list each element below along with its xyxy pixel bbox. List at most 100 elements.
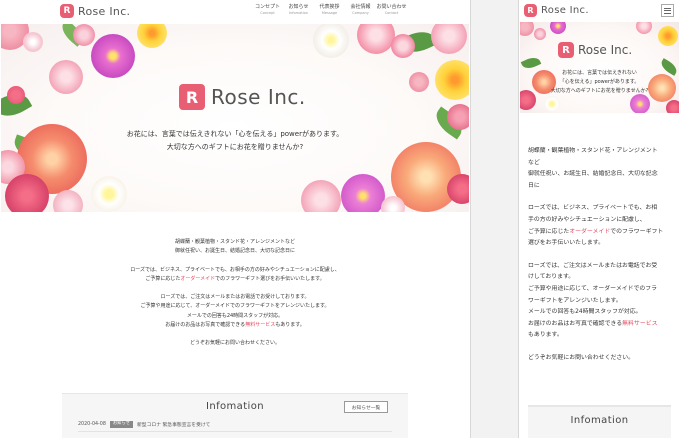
intro-text: どうぞお気軽にお問い合わせください。 [528, 354, 635, 361]
nav-sublabel: Message [321, 11, 338, 15]
divider [78, 431, 392, 432]
hamburger-icon [664, 7, 671, 9]
intro-text: 胡蝶蘭・観葉植物・スタンド花・アレンジメントなど [174, 239, 295, 245]
carnation-flower-image [447, 174, 469, 204]
intro-text: ローズでは、ビジネス、プライベートでも、お相手の方の好みやシチュエーションに配慮… [130, 266, 340, 273]
intro-text: 日に [528, 182, 540, 189]
rose-flower-image [520, 22, 534, 36]
intro-text: 手の方の好みやシチュエーションに配慮し、 [528, 216, 646, 223]
news-date: 2020-04-08 [78, 422, 106, 427]
rose-flower-image [7, 86, 25, 104]
mobile-hero-banner: R Rose Inc. お花には、言葉では伝えきれない 「心を伝える」power… [520, 22, 679, 113]
intro-paragraph: ローズでは、ビジネス、プライベートでも、お相 手の方の好みやシチュエーションに配… [528, 203, 673, 249]
rose-flower-image [534, 28, 546, 40]
nav-item-information[interactable]: お知らせ Infomation [283, 3, 314, 16]
intro-text: ご予算に応じた [528, 228, 570, 235]
rose-logo-icon: R [524, 4, 537, 17]
hero-tagline-line: お花には、言葉では伝えきれない「心を伝える」powerがあります。 [126, 130, 344, 138]
mobile-header-logo[interactable]: R Rose Inc. [524, 4, 589, 17]
intro-text: ご予算や用途に応じて、オーダーメイドでのフラ [528, 285, 658, 292]
highlight-text: オーダーメイド [569, 228, 611, 235]
rose-flower-image [636, 22, 652, 34]
gerbera-flower-image [550, 22, 566, 34]
nav-item-concept[interactable]: コンセプト Concept [252, 3, 283, 16]
hamburger-menu-button[interactable] [661, 4, 674, 17]
rose-flower-image [391, 34, 415, 58]
intro-text: お届けのお品はお写真で確認できる [528, 320, 623, 327]
gerbera-flower-image [341, 174, 385, 212]
brand-name: Rose Inc. [541, 5, 589, 16]
hamburger-icon [664, 10, 671, 11]
carnation-flower-image [666, 100, 679, 113]
intro-text: お届けのお品はお写真で確認できる [165, 322, 246, 329]
rose-flower-image [447, 104, 469, 130]
rose-flower-image [409, 72, 429, 92]
hero-logo: R Rose Inc. [179, 84, 306, 110]
daisy-flower-image [544, 96, 560, 112]
hero-banner: R Rose Inc. お花には、言葉では伝えきれない「心を伝える」powerが… [1, 24, 469, 212]
mobile-hero-logo: R Rose Inc. [558, 42, 632, 58]
nav-sublabel: Company [352, 11, 369, 15]
header-logo[interactable]: R Rose Inc. [60, 4, 130, 18]
intro-text: 御就任祝い、お誕生日、結婚記念日、大切な記念 [528, 171, 658, 178]
mobile-header: R Rose Inc. [519, 0, 680, 22]
highlight-text: 無料サービス [245, 322, 276, 329]
nav-label: 会社情報 [350, 4, 371, 10]
news-list-button[interactable]: お知らせ一覧 [344, 401, 388, 413]
nav-item-message[interactable]: 代表挨拶 Message [314, 3, 345, 16]
nav-label: 代表挨拶 [319, 4, 340, 10]
intro-text: もあります。 [528, 332, 563, 339]
intro-text: ワーギフトをアレンジいたします。 [528, 297, 622, 304]
highlight-text: オーダーメイド [180, 275, 216, 282]
nav-item-contact[interactable]: お問い合わせ Contact [376, 3, 407, 16]
intro-text: 胡蝶蘭・観葉植物・スタンド花・アレンジメント [528, 148, 658, 154]
intro-paragraph: 胡蝶蘭・観葉植物・スタンド花・アレンジメントなど 御就任祝い、お誕生日、結婚記念… [0, 238, 470, 257]
mobile-intro-section: 胡蝶蘭・観葉植物・スタンド花・アレンジメント など 御就任祝い、お誕生日、結婚記… [528, 146, 673, 376]
global-nav: コンセプト Concept お知らせ Infomation 代表挨拶 Messa… [252, 3, 407, 16]
mobile-hero-tagline: お花には、言葉では伝えきれない 「心を伝える」powerがあります。 大切な方へ… [520, 69, 679, 96]
hero-tagline-line: 大切な方へのギフトにお花を贈りませんか? [550, 88, 649, 94]
intro-text: でのフラワーギフト [610, 228, 664, 235]
hero-tagline-line: 「心を伝える」powerがあります。 [559, 79, 640, 85]
hero-tagline: お花には、言葉では伝えきれない「心を伝える」powerがあります。 大切な方への… [1, 128, 469, 154]
intro-text: でのフラワーギフト選びをお手伝いいたします。 [215, 275, 325, 282]
rose-flower-image [23, 32, 43, 52]
daisy-flower-image [91, 176, 127, 212]
intro-text: どうぞお気軽にお問い合わせください。 [189, 340, 280, 347]
rose-flower-image [49, 60, 83, 94]
gerbera-flower-image [630, 94, 650, 113]
intro-paragraph: ローズでは、ご注文はメールまたはお電話でお受 けしております。 ご予算や用途に応… [528, 261, 673, 342]
intro-paragraph: どうぞお気軽にお問い合わせください。 [0, 339, 470, 348]
intro-text: 御就任祝い、お誕生日、結婚記念日、大切な記念日に [174, 248, 295, 255]
gerbera-flower-image [658, 26, 678, 46]
rose-flower-image [431, 24, 467, 54]
intro-text: ローズでは、ご注文はメールまたはお電話でお受 [528, 262, 658, 269]
intro-section: 胡蝶蘭・観葉植物・スタンド花・アレンジメントなど 御就任祝い、お誕生日、結婚記念… [0, 238, 470, 358]
site-header: R Rose Inc. コンセプト Concept お知らせ Infomatio… [0, 0, 470, 24]
rose-logo-icon: R [60, 4, 74, 18]
nav-sublabel: Contact [384, 11, 399, 15]
news-item[interactable]: 2020-04-08 お知らせ 新型コロナ 緊急事態宣言を受けて [78, 421, 210, 428]
intro-paragraph: 胡蝶蘭・観葉植物・スタンド花・アレンジメント など 御就任祝い、お誕生日、結婚記… [528, 146, 673, 192]
rose-logo-icon: R [558, 42, 574, 58]
brand-name: Rose Inc. [78, 4, 131, 18]
intro-paragraph: ローズでは、ご注文はメールまたはお電話でお受けしております。 ご予算や用途に応じ… [0, 293, 470, 330]
nav-item-company[interactable]: 会社情報 Company [345, 3, 376, 16]
rose-flower-image [53, 190, 83, 212]
hero-tagline-line: お花には、言葉では伝えきれない [562, 70, 637, 76]
nav-label: コンセプト [254, 4, 280, 10]
intro-text: メールでの回答も24時間スタッフが対応。 [186, 312, 284, 319]
intro-text: ご予算に応じた [145, 275, 181, 282]
hero-tagline-line: 大切な方へのギフトにお花を贈りませんか? [166, 143, 304, 151]
intro-text: ローズでは、ビジネス、プライベートでも、お相 [528, 205, 658, 212]
intro-text: 選びをお手伝いいたします。 [528, 240, 604, 247]
gerbera-flower-image [137, 24, 167, 48]
intro-text: ローズでは、ご注文はメールまたはお電話でお受けしております。 [160, 294, 310, 301]
information-title: Infomation [570, 415, 629, 426]
news-tag-badge: お知らせ [109, 421, 133, 428]
rose-logo-icon: R [179, 84, 205, 110]
rose-flower-image [73, 24, 95, 46]
intro-paragraph: どうぞお気軽にお問い合わせください。 [528, 353, 673, 365]
gerbera-flower-image [91, 34, 135, 78]
hero-title: Rose Inc. [211, 85, 306, 109]
